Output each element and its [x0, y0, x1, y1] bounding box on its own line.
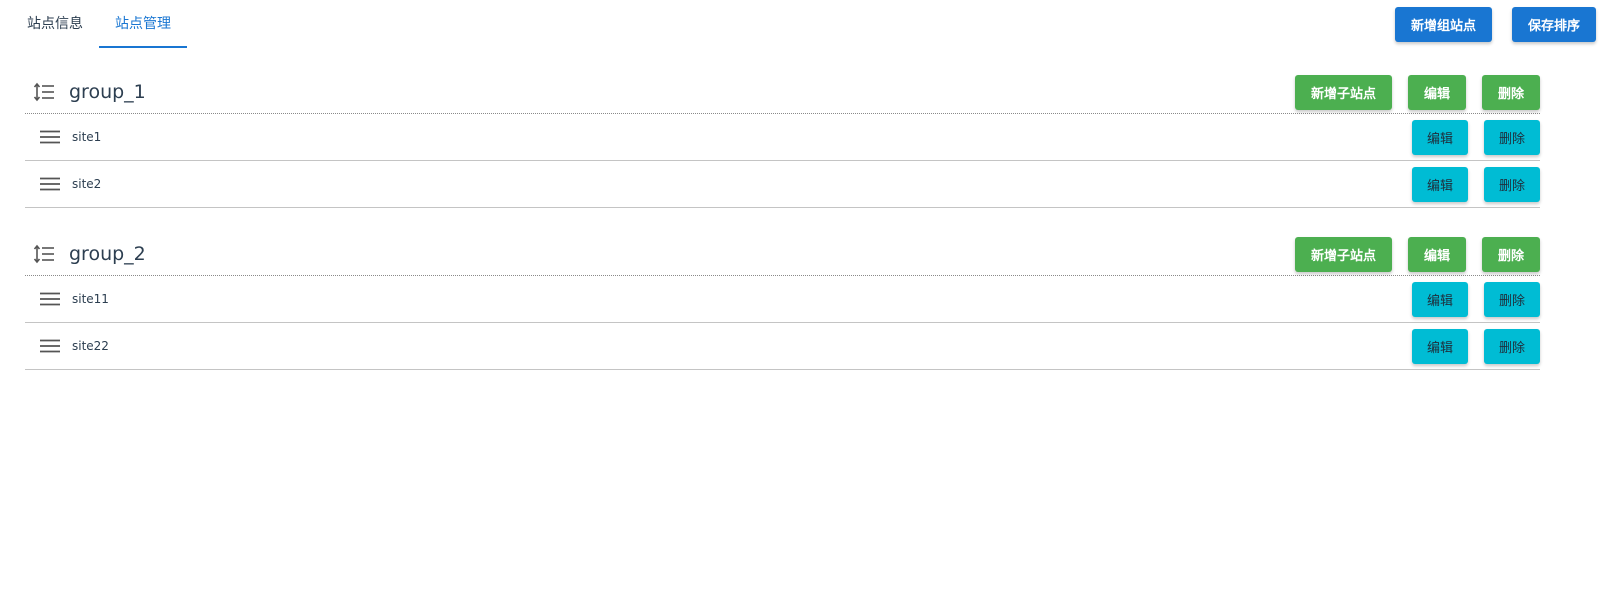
- group-list: group_1 新增子站点 编辑 删除 site1 编辑 删除 site2 编辑…: [25, 71, 1540, 395]
- drag-handle-icon[interactable]: [39, 173, 61, 195]
- group-actions: 新增子站点 编辑 删除: [1294, 74, 1540, 110]
- edit-site-button[interactable]: 编辑: [1411, 119, 1468, 155]
- tab-site-info[interactable]: 站点信息: [11, 0, 99, 48]
- site-name: site1: [72, 130, 102, 144]
- drag-handle-icon[interactable]: [39, 126, 61, 148]
- site-row[interactable]: site1 编辑 删除: [25, 114, 1540, 161]
- group-header[interactable]: group_1 新增子站点 编辑 删除: [25, 71, 1540, 114]
- site-actions: 编辑 删除: [1411, 281, 1540, 317]
- group-title: group_1: [69, 81, 146, 103]
- edit-site-button[interactable]: 编辑: [1411, 281, 1468, 317]
- group-block: group_2 新增子站点 编辑 删除 site11 编辑 删除 site22 …: [25, 233, 1540, 370]
- site-row[interactable]: site2 编辑 删除: [25, 161, 1540, 208]
- site-actions: 编辑 删除: [1411, 328, 1540, 364]
- site-actions: 编辑 删除: [1411, 166, 1540, 202]
- delete-site-button[interactable]: 删除: [1483, 119, 1540, 155]
- group-header[interactable]: group_2 新增子站点 编辑 删除: [25, 233, 1540, 276]
- edit-group-button[interactable]: 编辑: [1407, 236, 1466, 272]
- sort-list-icon[interactable]: [31, 241, 57, 267]
- site-actions: 编辑 删除: [1411, 119, 1540, 155]
- add-child-site-button[interactable]: 新增子站点: [1294, 74, 1392, 110]
- site-management-page: 站点信息 站点管理 新增组站点 保存排序 group_1 新增子站点 编辑 删除…: [0, 0, 1606, 593]
- site-name: site22: [72, 339, 109, 353]
- site-row[interactable]: site11 编辑 删除: [25, 276, 1540, 323]
- group-actions: 新增子站点 编辑 删除: [1294, 236, 1540, 272]
- site-row[interactable]: site22 编辑 删除: [25, 323, 1540, 370]
- edit-site-button[interactable]: 编辑: [1411, 166, 1468, 202]
- drag-handle-icon[interactable]: [39, 335, 61, 357]
- delete-site-button[interactable]: 删除: [1483, 328, 1540, 364]
- edit-group-button[interactable]: 编辑: [1407, 74, 1466, 110]
- delete-group-button[interactable]: 删除: [1481, 236, 1540, 272]
- delete-site-button[interactable]: 删除: [1483, 166, 1540, 202]
- add-group-button[interactable]: 新增组站点: [1394, 7, 1492, 42]
- drag-handle-icon[interactable]: [39, 288, 61, 310]
- edit-site-button[interactable]: 编辑: [1411, 328, 1468, 364]
- tab-site-management[interactable]: 站点管理: [99, 0, 187, 48]
- add-child-site-button[interactable]: 新增子站点: [1294, 236, 1392, 272]
- save-order-button[interactable]: 保存排序: [1511, 7, 1596, 42]
- group-block: group_1 新增子站点 编辑 删除 site1 编辑 删除 site2 编辑…: [25, 71, 1540, 208]
- top-actions: 新增组站点 保存排序: [1394, 7, 1596, 42]
- sort-list-icon[interactable]: [31, 79, 57, 105]
- group-title: group_2: [69, 243, 146, 265]
- site-name: site11: [72, 292, 109, 306]
- delete-site-button[interactable]: 删除: [1483, 281, 1540, 317]
- tab-bar: 站点信息 站点管理: [11, 0, 187, 48]
- site-name: site2: [72, 177, 102, 191]
- delete-group-button[interactable]: 删除: [1481, 74, 1540, 110]
